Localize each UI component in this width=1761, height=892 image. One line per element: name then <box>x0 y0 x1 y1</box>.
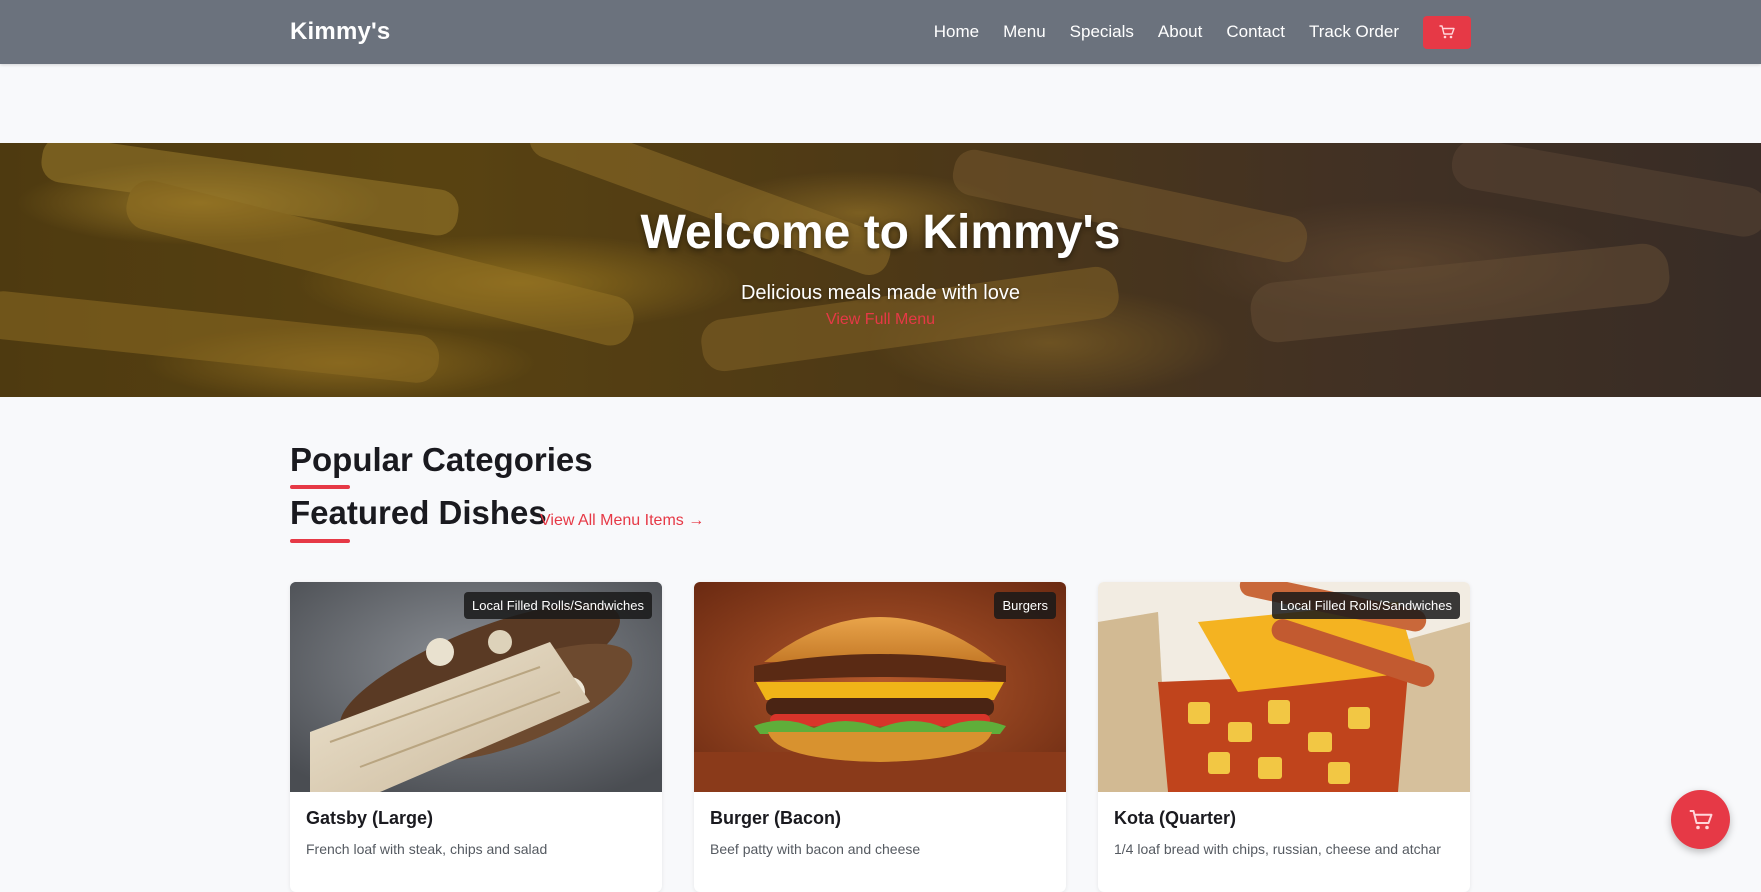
nav-track-order[interactable]: Track Order <box>1309 22 1399 42</box>
dish-category-badge: Local Filled Rolls/Sandwiches <box>464 592 652 619</box>
floating-cart-button[interactable] <box>1671 790 1730 849</box>
hero-subtitle: Delicious meals made with love <box>740 282 1020 304</box>
dish-category-badge: Burgers <box>994 592 1056 619</box>
dish-card-kota[interactable]: Local Filled Rolls/Sandwiches Kota (Quar… <box>1098 582 1470 892</box>
featured-title-underline <box>290 539 350 543</box>
dish-name[interactable]: Kota (Quarter) <box>1114 808 1236 829</box>
dish-category-badge: Local Filled Rolls/Sandwiches <box>1272 592 1460 619</box>
popular-categories-title: Popular Categories <box>290 441 593 478</box>
dish-name[interactable]: Gatsby (Large) <box>306 808 433 829</box>
view-full-menu-link[interactable]: View Full Menu <box>0 311 1761 329</box>
nav-about[interactable]: About <box>1158 22 1202 42</box>
featured-dishes-title: Featured Dishes <box>290 494 547 531</box>
nav-home[interactable]: Home <box>934 22 979 42</box>
brand-logo[interactable]: Kimmy's <box>290 18 390 46</box>
nav-menu[interactable]: Menu <box>1003 22 1046 42</box>
dish-description: French loaf with steak, chips and salad <box>306 841 548 857</box>
nav-contact[interactable]: Contact <box>1226 22 1285 42</box>
dish-name[interactable]: Burger (Bacon) <box>710 808 841 829</box>
hero-title: Welcome to Kimmy's <box>640 206 1121 259</box>
main-nav: Home Menu Specials About Contact Track O… <box>934 15 1471 49</box>
cart-icon <box>1689 809 1712 829</box>
view-all-menu-items-link[interactable]: View All Menu Items → <box>540 512 704 530</box>
dish-card-gatsby[interactable]: Local Filled Rolls/Sandwiches Gatsby (La… <box>290 582 662 892</box>
hero-overlay <box>0 143 1761 397</box>
dish-card-burger[interactable]: Burgers Burger (Bacon) Beef patty with b… <box>694 582 1066 892</box>
top-navbar: Kimmy's Home Menu Specials About Contact… <box>0 0 1761 64</box>
hero-banner: Welcome to Kimmy's Delicious meals made … <box>0 143 1761 397</box>
dish-description: Beef patty with bacon and cheese <box>710 841 921 857</box>
dish-description: 1/4 loaf bread with chips, russian, chee… <box>1114 841 1441 857</box>
nav-specials[interactable]: Specials <box>1070 22 1134 42</box>
categories-title-underline <box>290 485 350 489</box>
cart-icon <box>1439 25 1455 39</box>
cart-button[interactable] <box>1423 15 1471 49</box>
